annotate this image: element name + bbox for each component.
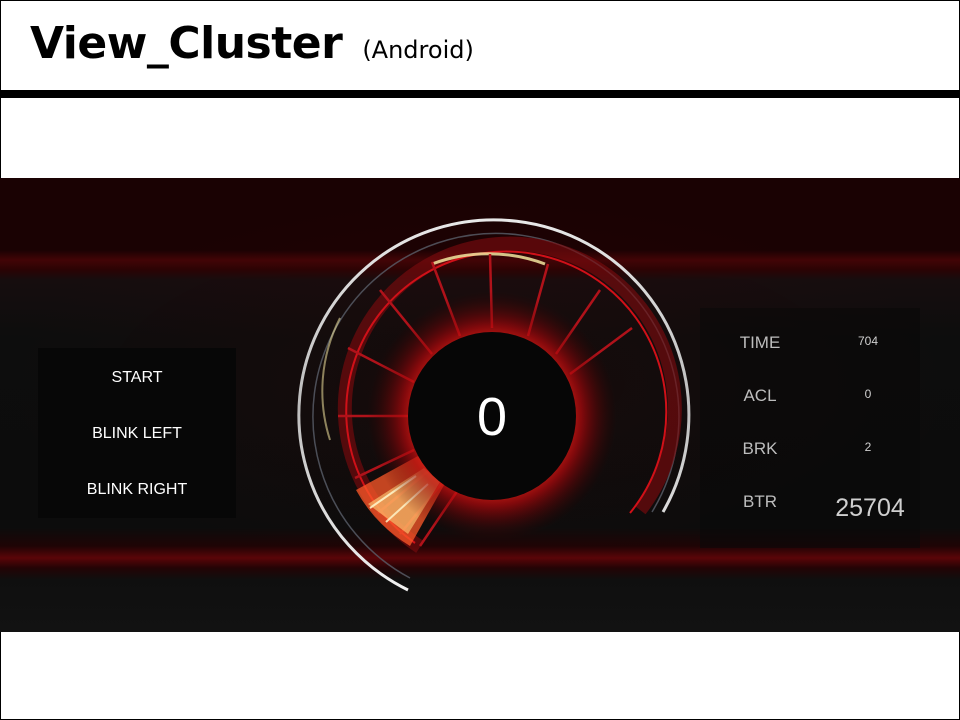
stat-value-time: 704: [857, 334, 879, 348]
stat-label-time: TIME: [739, 333, 781, 352]
stat-value-btr: 25704: [835, 494, 905, 522]
speed-readout: 0: [477, 387, 507, 447]
stat-label-brk: BRK: [742, 439, 778, 458]
stat-label-acl: ACL: [743, 386, 777, 405]
stats-panel: TIME 704 ACL 0 BRK 2 BTR 25704: [700, 308, 920, 548]
stat-value-acl: 0: [864, 387, 872, 401]
stat-value-brk: 2: [864, 440, 872, 454]
title-divider: [0, 90, 960, 98]
slide-subtitle: (Android): [362, 36, 474, 64]
slide-title: View_Cluster: [30, 18, 343, 69]
cluster-screen: START BLINK LEFT BLINK RIGHT 0 TIME 704 …: [0, 178, 960, 632]
slide-title-row: View_Cluster (Android): [30, 18, 474, 78]
stat-label-btr: BTR: [743, 492, 777, 511]
